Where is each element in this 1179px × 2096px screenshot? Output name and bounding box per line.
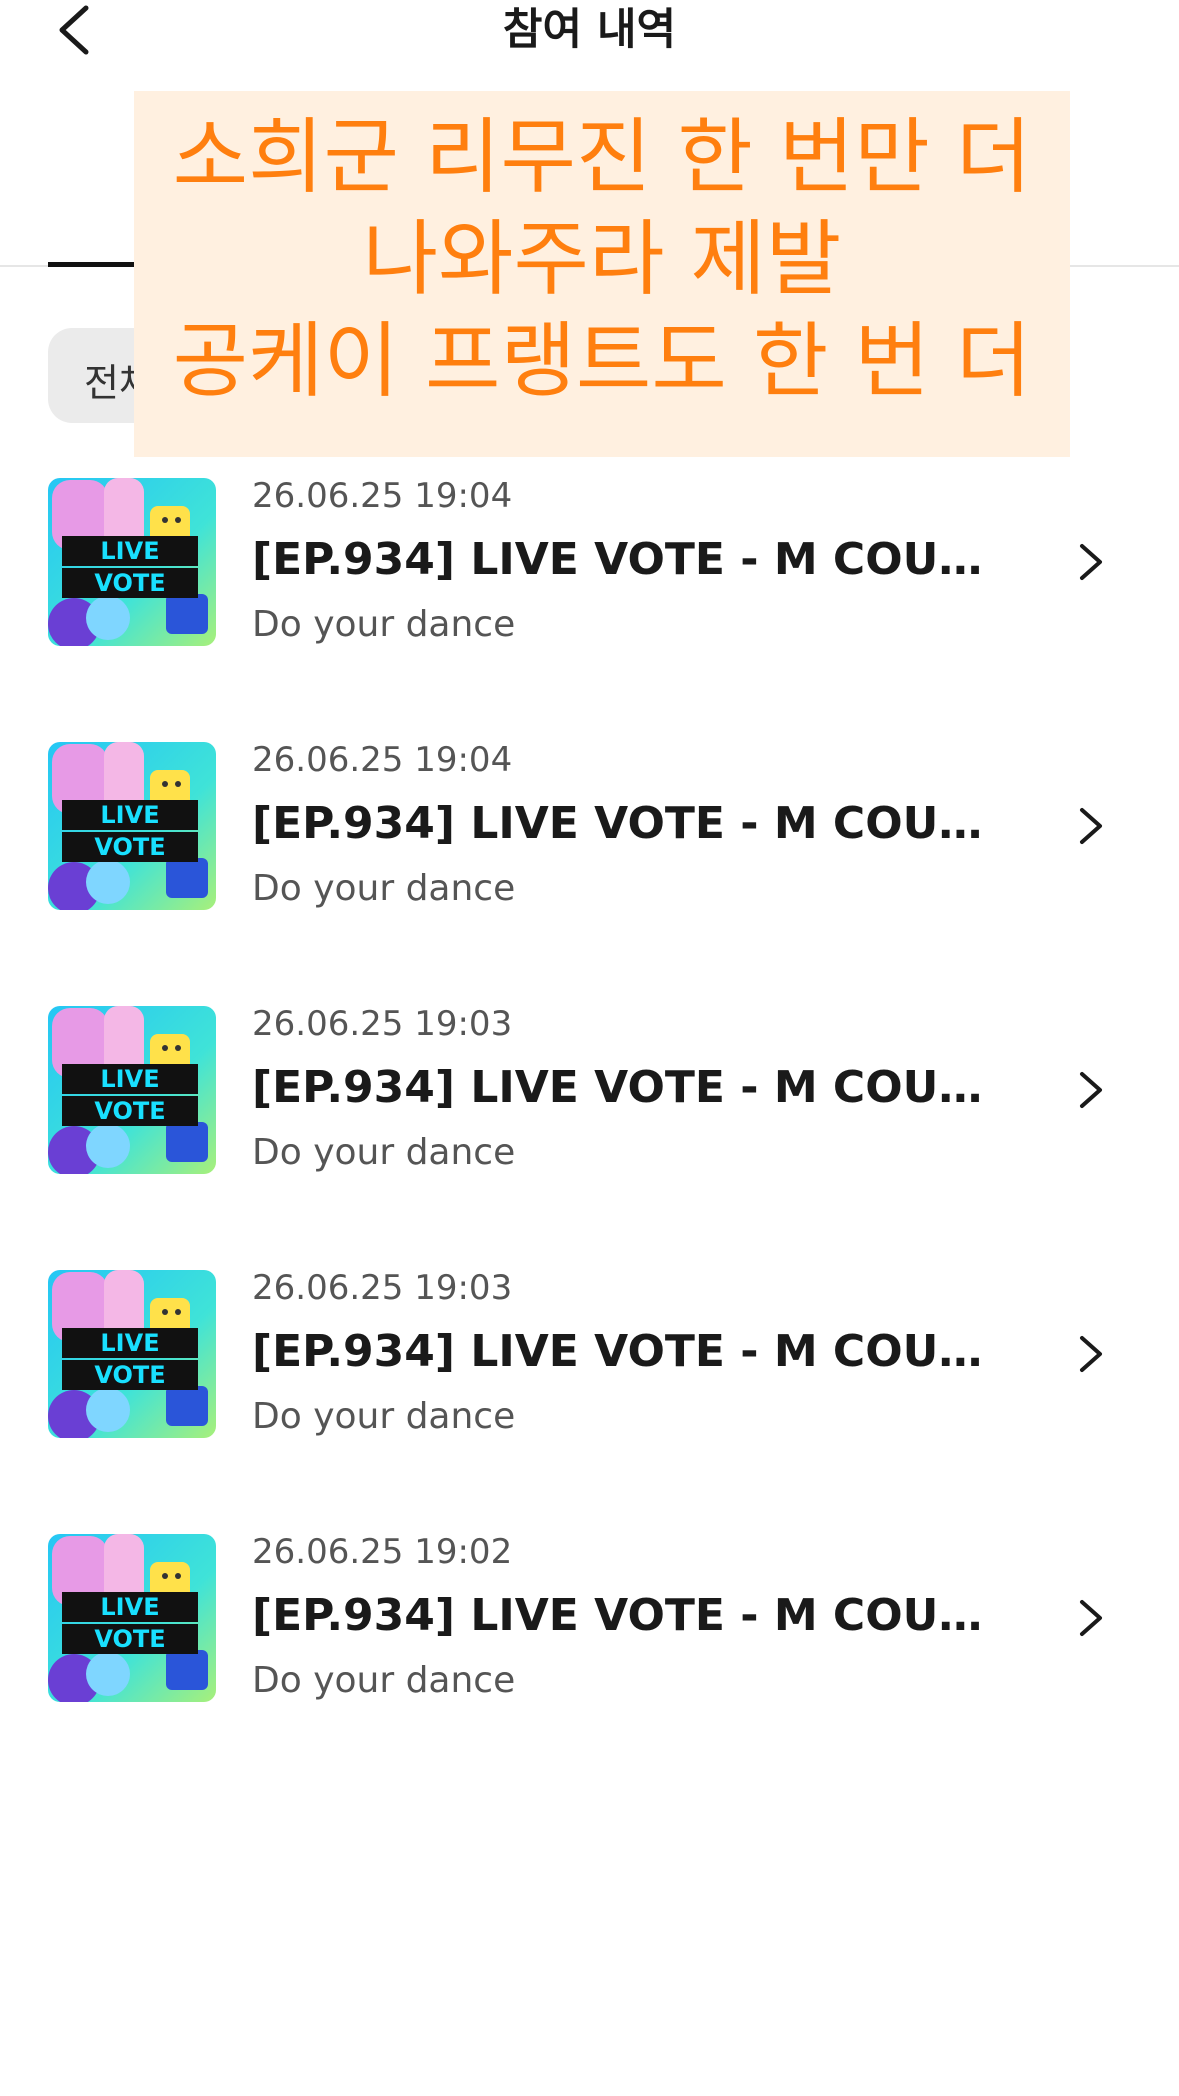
item-date: 26.06.25 19:03 [252,1268,513,1308]
item-subtitle: Do your dance [252,868,516,909]
list-item[interactable]: LIVE VOTE 26.06.25 19:03 [EP.934] LIVE V… [0,1262,1179,1526]
chevron-right-icon [1080,544,1102,580]
list-item[interactable]: LIVE VOTE 26.06.25 19:04 [EP.934] LIVE V… [0,470,1179,734]
live-vote-thumbnail: LIVE VOTE [48,1006,216,1174]
item-title: [EP.934] LIVE VOTE - M COUNTDOWN [252,1326,1012,1377]
thumbnail-badge-live: LIVE [100,801,159,829]
item-title: [EP.934] LIVE VOTE - M COUNTDOWN [252,534,1012,585]
caption-line: 공케이 프랭트도 한 번 더 [172,314,1032,409]
thumbnail-badge-vote: VOTE [94,1097,165,1125]
item-date: 26.06.25 19:02 [252,1532,513,1572]
live-vote-thumbnail: LIVE VOTE [48,478,216,646]
chevron-right-icon [1080,1600,1102,1636]
item-subtitle: Do your dance [252,1396,516,1437]
history-list: LIVE VOTE 26.06.25 19:04 [EP.934] LIVE V… [0,470,1179,1790]
list-item[interactable]: LIVE VOTE 26.06.25 19:04 [EP.934] LIVE V… [0,734,1179,998]
item-subtitle: Do your dance [252,604,516,645]
header: 참여 내역 [0,0,1179,70]
list-item[interactable]: LIVE VOTE 26.06.25 19:02 [EP.934] LIVE V… [0,1526,1179,1790]
thumbnail-badge-live: LIVE [100,1329,159,1357]
page-title: 참여 내역 [502,5,677,55]
chevron-right-icon [1080,808,1102,844]
thumbnail-badge-vote: VOTE [94,833,165,861]
thumbnail-badge-vote: VOTE [94,1361,165,1389]
chevron-right-icon [1080,1336,1102,1372]
thumbnail-badge-live: LIVE [100,1065,159,1093]
participation-history-screen: 참여 내역 전체 소희군 리무진 한 번만 더 나와주라 제발 공케이 프랭트도… [0,0,1179,2096]
caption-line: 소희군 리무진 한 번만 더 [172,110,1032,205]
live-vote-thumbnail: LIVE VOTE [48,742,216,910]
caption-line: 나와주라 제발 [362,212,842,307]
item-title: [EP.934] LIVE VOTE - M COUNTDOWN [252,798,1012,849]
item-date: 26.06.25 19:03 [252,1004,513,1044]
live-vote-thumbnail: LIVE VOTE [48,1270,216,1438]
item-title: [EP.934] LIVE VOTE - M COUNTDOWN [252,1590,1012,1641]
item-title: [EP.934] LIVE VOTE - M COUNTDOWN [252,1062,1012,1113]
chevron-right-icon [1080,1072,1102,1108]
thumbnail-badge-vote: VOTE [94,569,165,597]
overlay-caption: 소희군 리무진 한 번만 더 나와주라 제발 공케이 프랭트도 한 번 더 [134,91,1070,457]
item-date: 26.06.25 19:04 [252,740,513,780]
live-vote-thumbnail: LIVE VOTE [48,1534,216,1702]
thumbnail-badge-vote: VOTE [94,1625,165,1653]
thumbnail-badge-live: LIVE [100,537,159,565]
item-subtitle: Do your dance [252,1132,516,1173]
item-date: 26.06.25 19:04 [252,476,513,516]
thumbnail-badge-live: LIVE [100,1593,159,1621]
item-subtitle: Do your dance [252,1660,516,1701]
list-item[interactable]: LIVE VOTE 26.06.25 19:03 [EP.934] LIVE V… [0,998,1179,1262]
